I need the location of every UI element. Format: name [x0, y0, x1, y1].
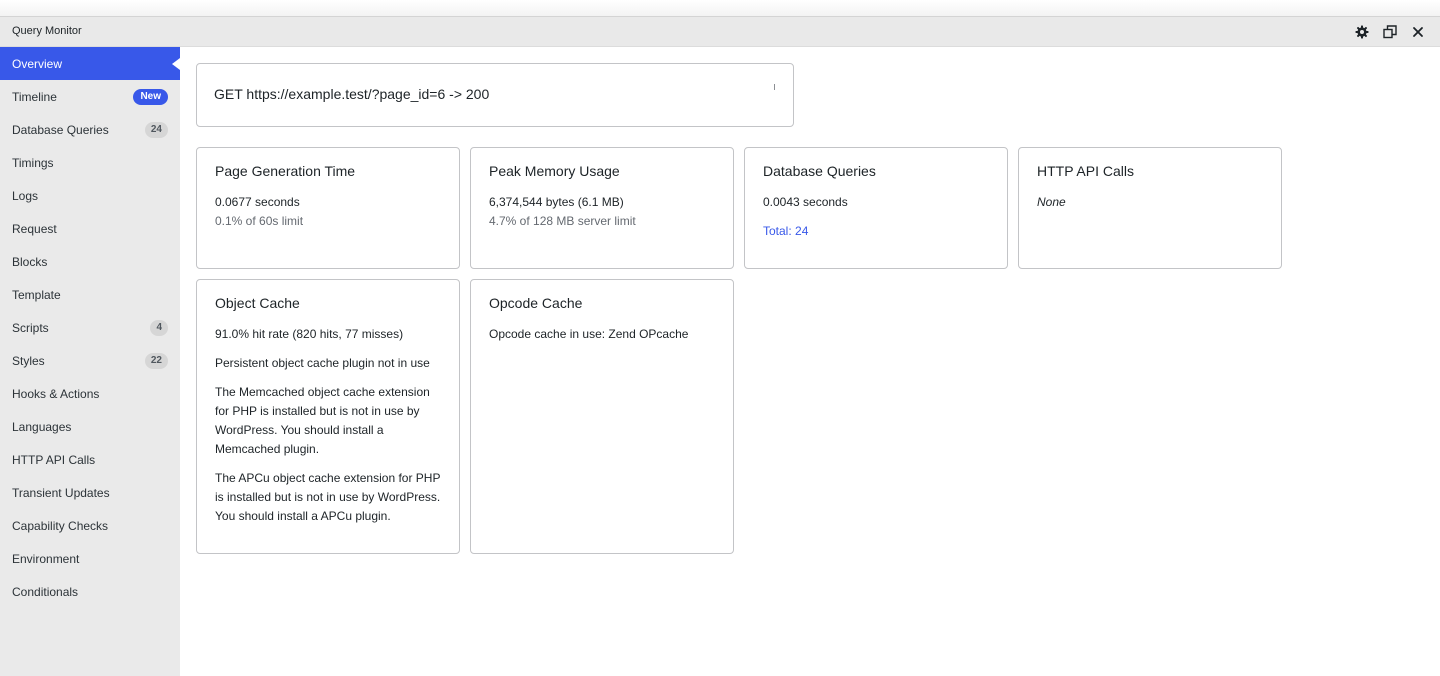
- sidebar-item-label: Conditionals: [12, 584, 79, 599]
- sidebar-nav: Overview Timeline New Database Queries 2…: [0, 47, 180, 676]
- titlebar: Query Monitor: [0, 16, 1440, 47]
- sidebar-item-label: Logs: [12, 188, 39, 203]
- card-peak-memory-usage: Peak Memory Usage 6,374,544 bytes (6.1 M…: [470, 147, 734, 269]
- sidebar-item-capability-checks[interactable]: Capability Checks: [0, 509, 180, 542]
- card-detail: 4.7% of 128 MB server limit: [489, 214, 636, 228]
- sidebar-item-template[interactable]: Template: [0, 278, 180, 311]
- sidebar-item-overview[interactable]: Overview: [0, 47, 180, 80]
- sidebar-item-label: Environment: [12, 551, 80, 566]
- sidebar-item-label: Scripts: [12, 320, 49, 335]
- persistent-cache-text: Persistent object cache plugin not in us…: [215, 356, 430, 370]
- top-strip: [0, 0, 1440, 16]
- apcu-note: The APCu object cache extension for PHP …: [215, 471, 441, 523]
- sidebar-item-label: Styles: [12, 353, 45, 368]
- sidebar-item-timeline[interactable]: Timeline New: [0, 80, 180, 113]
- sidebar-item-label: Overview: [12, 56, 63, 71]
- sidebar-item-label: Timeline: [12, 89, 57, 104]
- main-panel: GET https://example.test/?page_id=6 -> 2…: [180, 47, 1440, 676]
- app-title: Query Monitor: [12, 25, 82, 37]
- count-badge: 24: [144, 122, 168, 138]
- card-value: None: [1037, 195, 1066, 209]
- card-page-generation-time: Page Generation Time 0.0677 seconds 0.1%…: [196, 147, 460, 269]
- sidebar-item-hooks-actions[interactable]: Hooks & Actions: [0, 377, 180, 410]
- sidebar-item-languages[interactable]: Languages: [0, 410, 180, 443]
- popout-icon[interactable]: [1382, 24, 1398, 40]
- card-title: HTTP API Calls: [1037, 163, 1134, 179]
- sidebar-item-label: Hooks & Actions: [12, 386, 100, 401]
- sidebar-item-environment[interactable]: Environment: [0, 542, 180, 575]
- new-badge: New: [133, 89, 168, 105]
- sidebar-item-transient-updates[interactable]: Transient Updates: [0, 476, 180, 509]
- gear-icon[interactable]: [1354, 24, 1370, 40]
- sidebar-item-styles[interactable]: Styles 22: [0, 344, 180, 377]
- sidebar-item-label: Transient Updates: [12, 485, 110, 500]
- sidebar-item-label: Capability Checks: [12, 518, 109, 533]
- sidebar-item-label: Database Queries: [12, 122, 109, 137]
- request-summary: GET https://example.test/?page_id=6 -> 2…: [196, 63, 794, 127]
- sidebar-item-label: Languages: [12, 419, 72, 434]
- sidebar-item-database-queries[interactable]: Database Queries 24: [0, 113, 180, 146]
- card-opcode-cache: Opcode Cache Opcode cache in use: Zend O…: [470, 279, 734, 554]
- request-summary-text: GET https://example.test/?page_id=6 -> 2…: [214, 86, 490, 102]
- sidebar-item-conditionals[interactable]: Conditionals: [0, 575, 180, 608]
- card-value: 0.0043 seconds: [763, 195, 848, 209]
- card-title: Database Queries: [763, 163, 876, 179]
- card-object-cache: Object Cache 91.0% hit rate (820 hits, 7…: [196, 279, 460, 554]
- memcached-note: The Memcached object cache extension for…: [215, 385, 430, 456]
- sidebar-item-label: Template: [12, 287, 61, 302]
- card-database-queries: Database Queries 0.0043 seconds Total: 2…: [744, 147, 1008, 269]
- total-queries-link[interactable]: Total: 24: [763, 222, 989, 241]
- sidebar-item-timings[interactable]: Timings: [0, 146, 180, 179]
- card-title: Peak Memory Usage: [489, 163, 620, 179]
- card-value: 6,374,544 bytes (6.1 MB): [489, 195, 624, 209]
- card-value: Opcode cache in use: Zend OPcache: [489, 327, 689, 341]
- sidebar-item-label: Timings: [12, 155, 54, 170]
- sidebar-item-blocks[interactable]: Blocks: [0, 245, 180, 278]
- card-detail: 0.1% of 60s limit: [215, 214, 304, 228]
- card-title: Page Generation Time: [215, 163, 356, 179]
- sidebar-item-scripts[interactable]: Scripts 4: [0, 311, 180, 344]
- count-badge: 22: [144, 353, 168, 369]
- count-badge: 4: [150, 320, 168, 336]
- close-icon[interactable]: [1410, 24, 1426, 40]
- scroll-marker: [774, 84, 775, 90]
- sidebar-item-label: Request: [12, 221, 57, 236]
- card-value: 0.0677 seconds: [215, 195, 300, 209]
- hit-rate-text: 91.0% hit rate (820 hits, 77 misses): [215, 327, 404, 341]
- card-title: Object Cache: [215, 295, 300, 311]
- sidebar-item-request[interactable]: Request: [0, 212, 180, 245]
- sidebar-item-label: Blocks: [12, 254, 48, 269]
- window-controls: [1354, 24, 1426, 40]
- card-http-api-calls: HTTP API Calls None: [1018, 147, 1282, 269]
- sidebar-item-label: HTTP API Calls: [12, 452, 96, 467]
- sidebar-item-http-api-calls[interactable]: HTTP API Calls: [0, 443, 180, 476]
- sidebar-item-logs[interactable]: Logs: [0, 179, 180, 212]
- card-title: Opcode Cache: [489, 295, 583, 311]
